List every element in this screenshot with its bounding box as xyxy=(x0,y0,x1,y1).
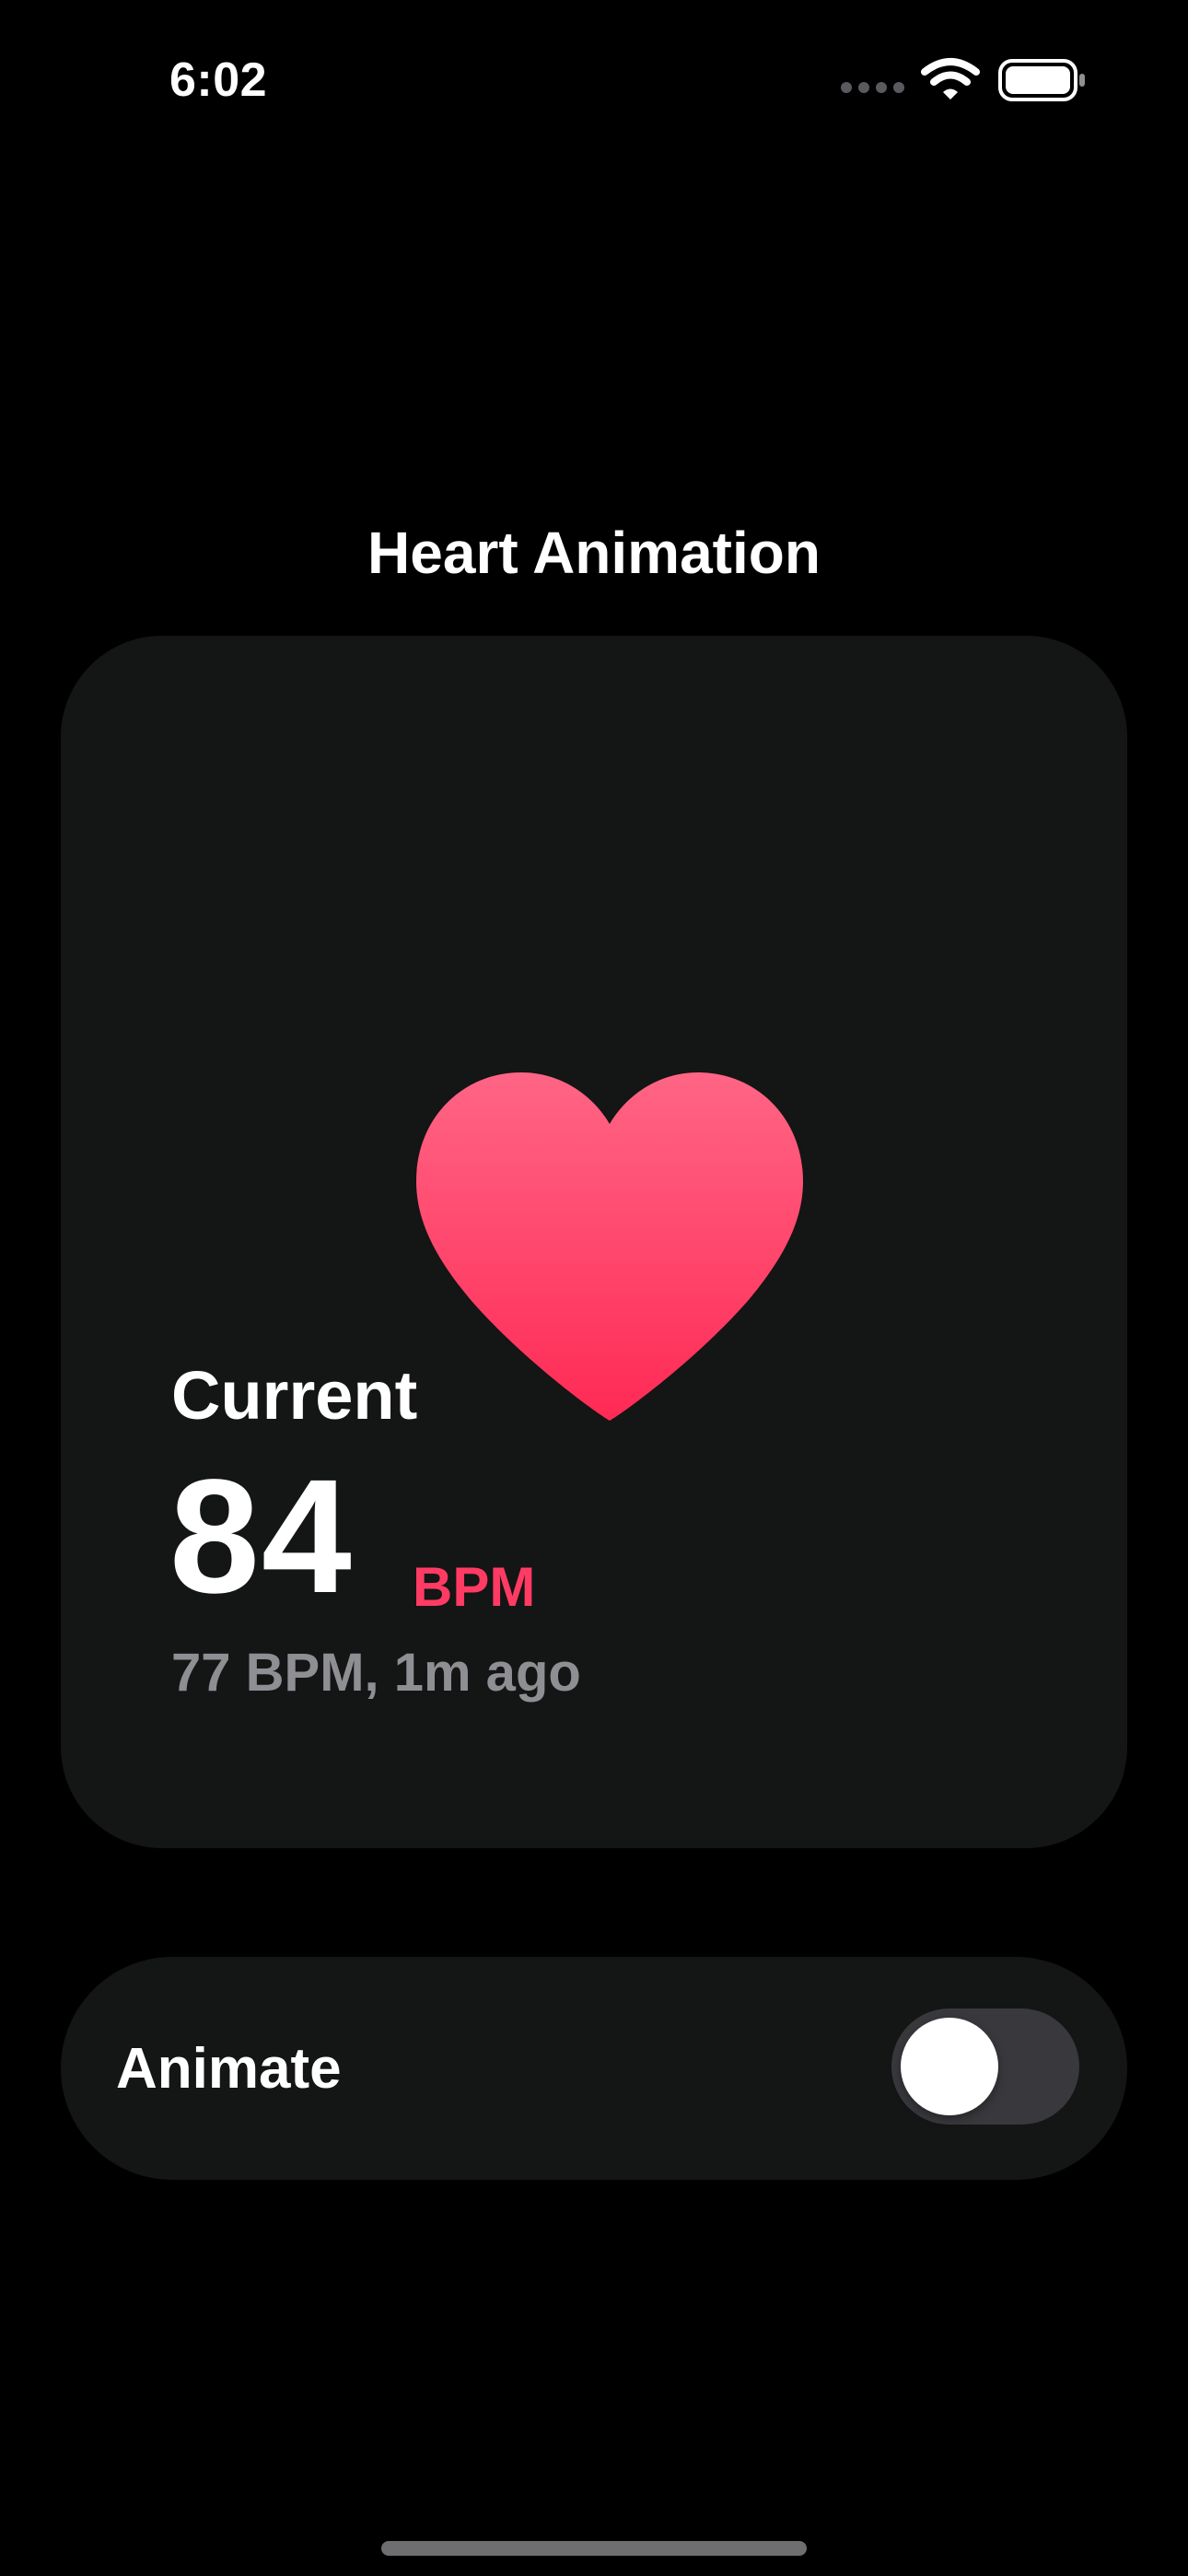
page-title: Heart Animation xyxy=(367,520,821,586)
bpm-unit: BPM xyxy=(413,1556,536,1618)
previous-reading: 77 BPM, 1m ago xyxy=(171,1643,581,1703)
heart-rate-card: Current 84 BPM 77 BPM, 1m ago xyxy=(61,636,1127,1848)
animate-row: Animate xyxy=(61,1957,1127,2180)
current-label: Current xyxy=(171,1357,418,1434)
animate-toggle[interactable] xyxy=(891,2008,1079,2125)
battery-icon xyxy=(998,59,1085,101)
wifi-icon xyxy=(921,58,980,100)
heart-icon xyxy=(416,1072,803,1421)
status-time: 6:02 xyxy=(169,53,268,107)
status-icons xyxy=(840,57,1089,103)
home-indicator[interactable] xyxy=(381,2541,807,2556)
bpm-value: 84 xyxy=(169,1446,354,1627)
toggle-knob[interactable] xyxy=(901,2018,998,2115)
cellular-signal-icon xyxy=(841,82,904,93)
animate-label: Animate xyxy=(116,2037,342,2101)
